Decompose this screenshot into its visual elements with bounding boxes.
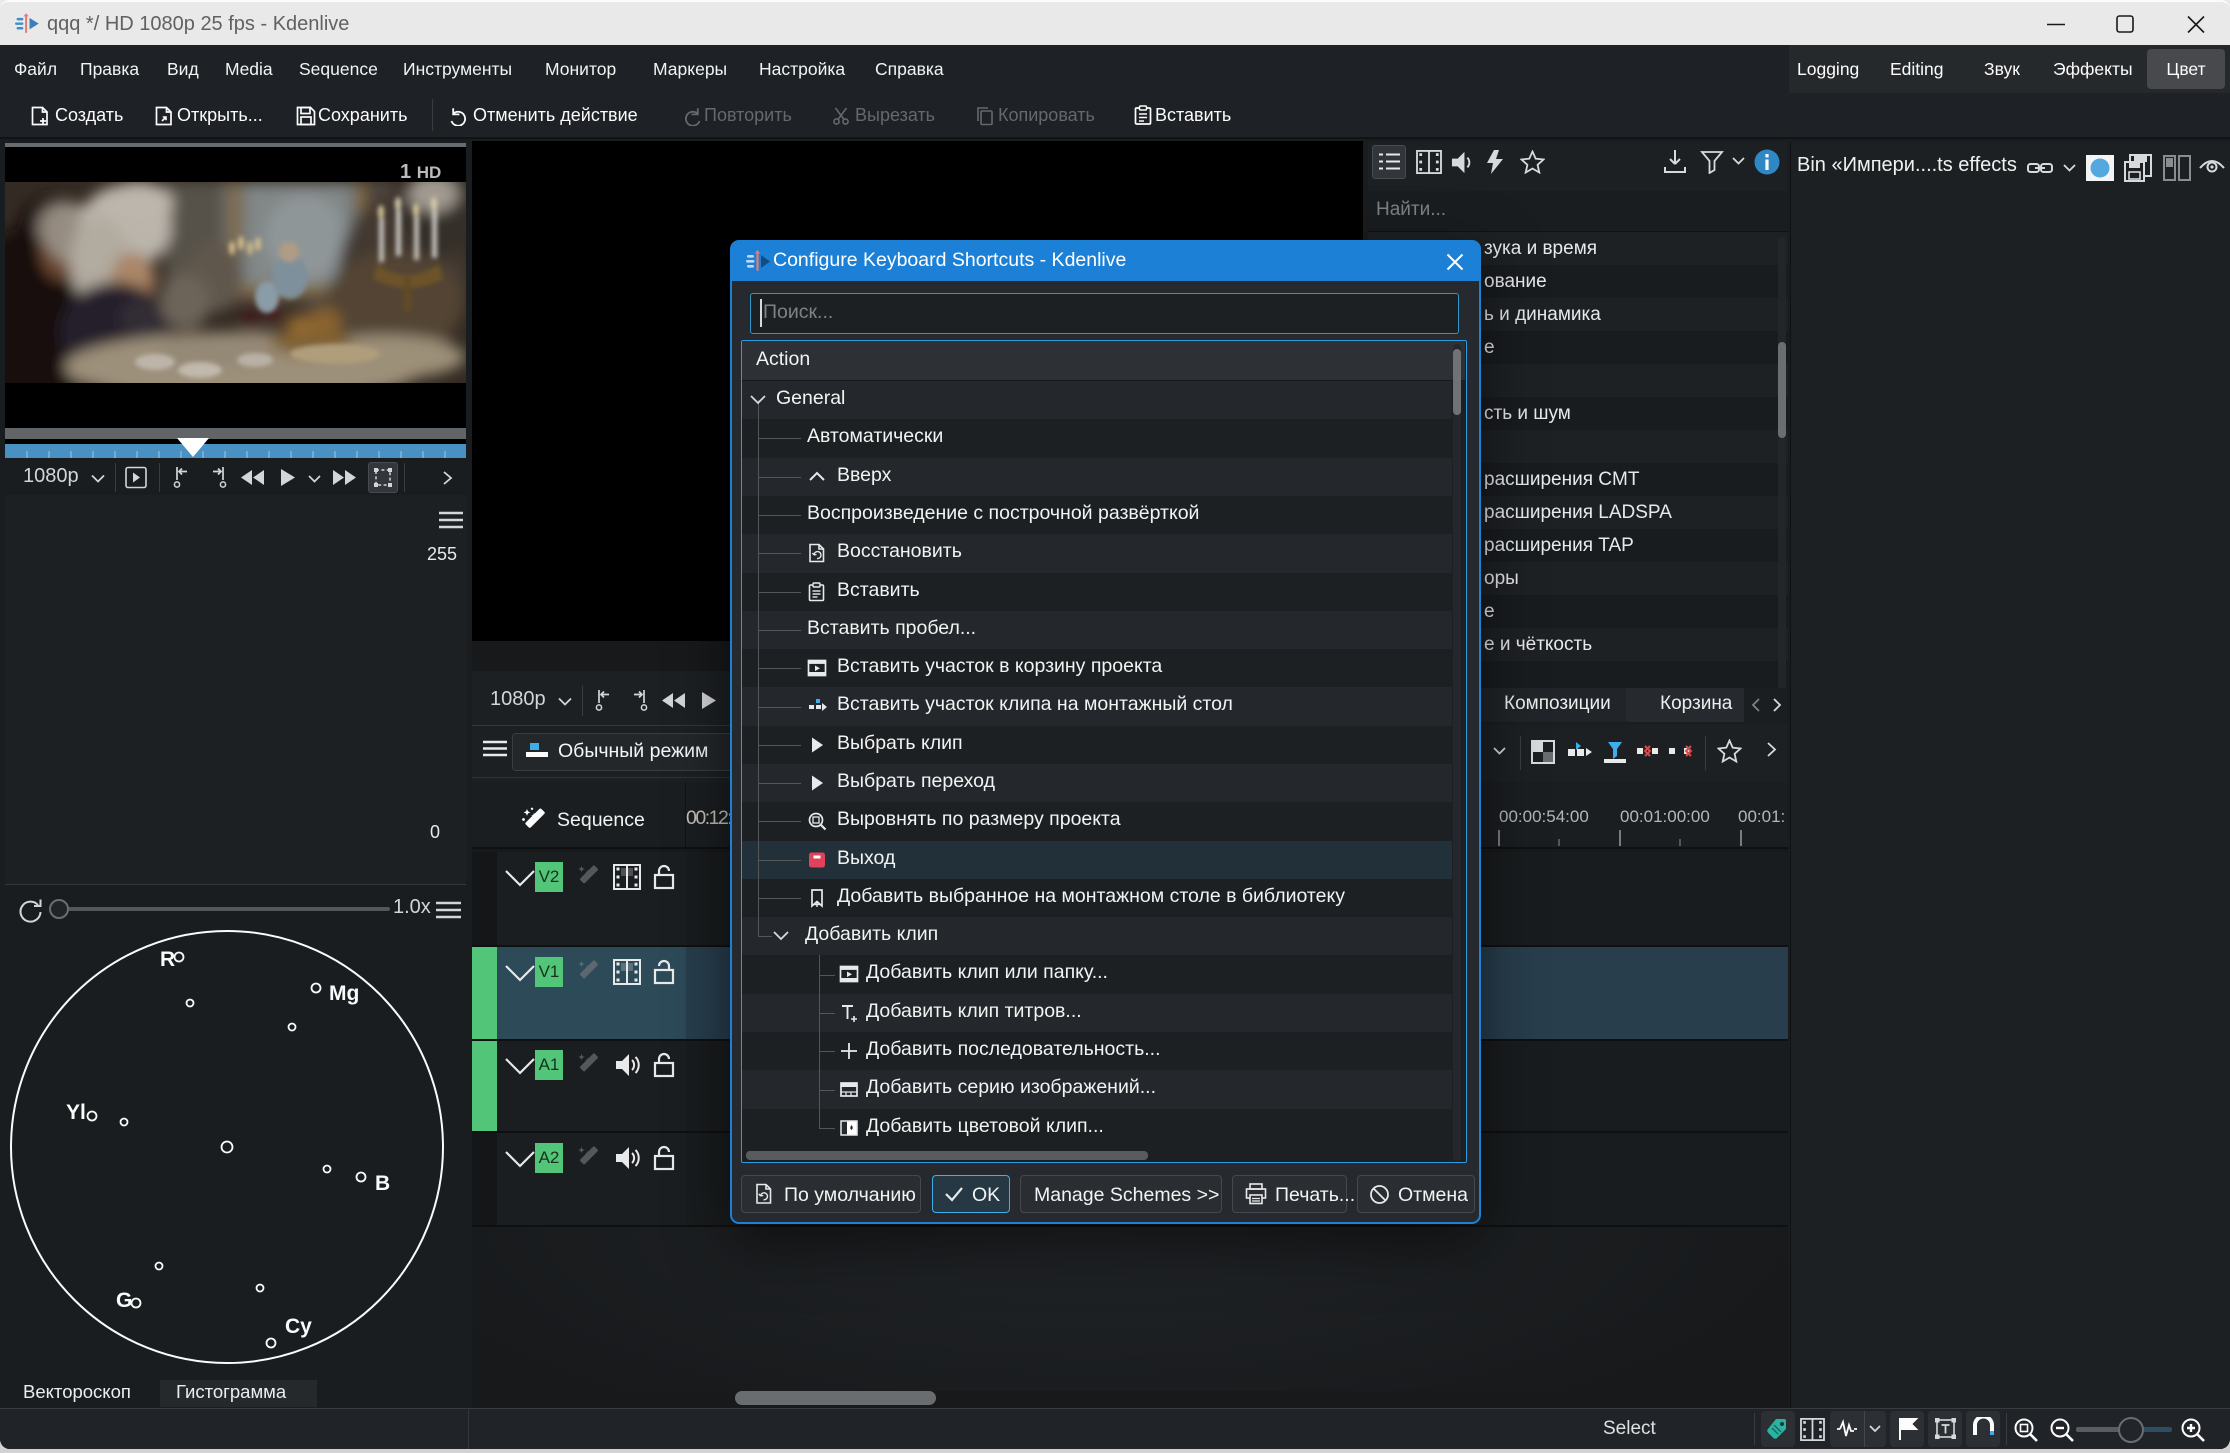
svg-text:Cy: Cy [285,1315,312,1338]
svg-text:R: R [160,948,175,971]
svg-text:B: B [375,1172,390,1195]
svg-text:Mg: Mg [329,982,359,1005]
svg-text:Yl: Yl [66,1101,86,1124]
svg-text:G: G [116,1289,132,1312]
